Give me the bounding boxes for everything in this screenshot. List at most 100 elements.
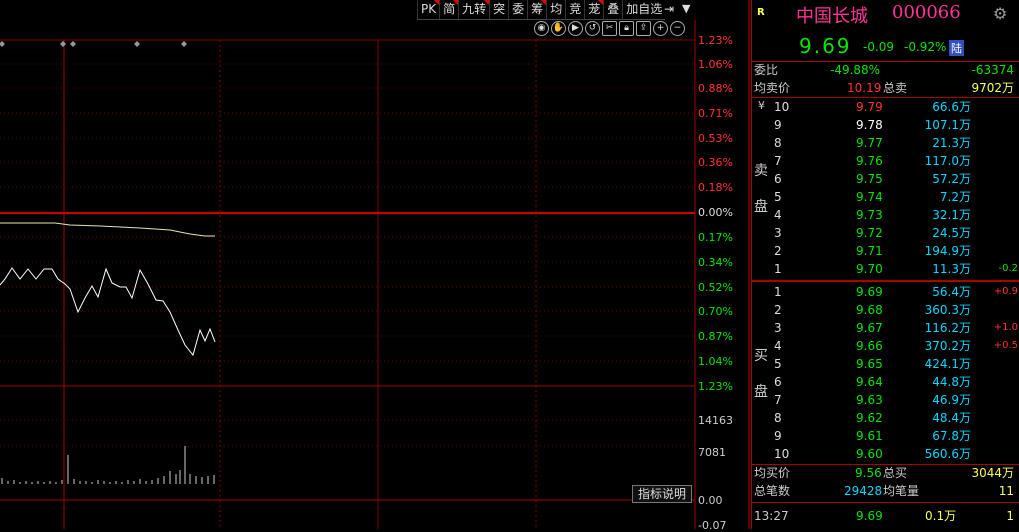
buy_orders-row[interactable]: 1 9.69 56.4万 +0.9	[752, 283, 1019, 301]
trades-label: 总笔数	[754, 484, 791, 498]
sell_orders-row[interactable]: 8 9.77 21.3万	[752, 134, 1019, 152]
order-level: 6	[774, 375, 782, 389]
buy_orders-row[interactable]: 10 9.60 560.6万	[752, 445, 1019, 463]
intraday-chart[interactable]	[0, 0, 750, 529]
sell_orders-row[interactable]: 5 9.74 7.2万	[752, 188, 1019, 206]
price-axis-label: 1.23%	[698, 34, 733, 47]
order-volume: 32.1万	[932, 208, 971, 222]
order-level: 10	[774, 447, 790, 461]
order-level: 2	[774, 244, 782, 258]
price-axis-label: 1.04%	[698, 355, 733, 368]
buy_orders-row[interactable]: 5 9.65 424.1万	[752, 355, 1019, 373]
buy_orders-row[interactable]: 9 9.61 67.8万	[752, 427, 1019, 445]
order-volume: 66.6万	[932, 100, 971, 114]
sell_orders-row[interactable]: 4 9.73 32.1万	[752, 206, 1019, 224]
order-price: 9.61	[856, 429, 883, 443]
order-level: 5	[774, 357, 782, 371]
order-price: 9.79	[856, 100, 883, 114]
trades-row: 总笔数 29428 均笔量 11	[752, 482, 1019, 500]
buy_orders-row[interactable]: 6 9.64 44.8万	[752, 373, 1019, 391]
price-axis-label: 0.88%	[698, 82, 733, 95]
order-level: 4	[774, 208, 782, 222]
sell_orders-row[interactable]: 9 9.78 107.1万	[752, 116, 1019, 134]
order-volume: 117.0万	[924, 154, 971, 168]
volume-axis-mid: 7081	[698, 446, 726, 459]
average-price-line	[0, 222, 215, 237]
total-sell-label: 总卖	[883, 81, 908, 95]
price-axis-label: 0.87%	[698, 330, 733, 343]
price-axis-label: 0.34%	[698, 256, 733, 269]
order-level: 1	[774, 262, 782, 276]
order-price: 9.69	[856, 285, 883, 299]
trades-value: 29428	[844, 484, 883, 498]
sell_orders-row[interactable]: 7 9.76 117.0万	[752, 152, 1019, 170]
stock-name: 中国长城	[796, 6, 868, 27]
buy_orders-row[interactable]: 8 9.62 48.4万	[752, 409, 1019, 427]
order-level: 8	[774, 136, 782, 150]
buy_orders-row[interactable]: 7 9.63 46.9万	[752, 391, 1019, 409]
quote-panel: R 中国长城 000066 ⚙ 9.69 -0.09 -0.92% 陆 委比 -…	[751, 0, 1019, 529]
order-volume: 360.3万	[924, 303, 971, 317]
price-axis-label: 0.53%	[698, 132, 733, 145]
order-level: 9	[774, 429, 782, 443]
sell_orders-row[interactable]: 2 9.71 194.9万	[752, 242, 1019, 260]
total-buy-label: 总买	[883, 466, 908, 480]
sell_orders-row[interactable]: 6 9.75 57.2万	[752, 170, 1019, 188]
sell_orders-row[interactable]: 1 9.70 11.3万 -0.2	[752, 260, 1019, 278]
sell_orders-row[interactable]: 10 9.79 66.6万	[752, 98, 1019, 116]
order-volume: 116.2万	[924, 321, 971, 335]
order-volume: 424.1万	[924, 357, 971, 371]
order-level: 7	[774, 154, 782, 168]
indicator-help-button[interactable]: 指标说明	[632, 485, 692, 503]
tick-volume: 0.1万	[925, 509, 957, 523]
order-price: 9.68	[856, 303, 883, 317]
gear-icon[interactable]: ⚙	[993, 4, 1007, 23]
price-axis-label: 1.06%	[698, 58, 733, 71]
volume-axis-zero: 0.00	[698, 494, 723, 507]
order-volume: 24.5万	[932, 226, 971, 240]
avg-vol-label: 均笔量	[883, 484, 920, 498]
avg-sell-row: 均卖价 10.19 总卖 9702万	[752, 79, 1019, 97]
order-price: 9.78	[856, 118, 883, 132]
order-price: 9.67	[856, 321, 883, 335]
buy_orders-row[interactable]: 2 9.68 360.3万	[752, 301, 1019, 319]
order-volume: 194.9万	[924, 244, 971, 258]
r-marker: R	[757, 7, 765, 18]
price-axis-label: 0.52%	[698, 281, 733, 294]
tick-price: 9.69	[856, 509, 883, 523]
avg-sell-label: 均卖价	[754, 81, 791, 95]
order-volume: 46.9万	[932, 393, 971, 407]
order-price: 9.71	[856, 244, 883, 258]
order-level: 5	[774, 190, 782, 204]
order-level: 2	[774, 303, 782, 317]
buy_orders-row[interactable]: 3 9.67 116.2万 +1.0	[752, 319, 1019, 337]
volume-axis-top: 14163	[698, 414, 733, 427]
order-change: +0.9	[993, 286, 1018, 297]
order-level: 8	[774, 411, 782, 425]
order-change: +1.0	[993, 322, 1018, 333]
order-volume: 560.6万	[924, 447, 971, 461]
avg-vol-value: 11	[998, 484, 1014, 498]
order-price: 9.66	[856, 339, 883, 353]
tick-time: 13:27	[754, 509, 789, 523]
order-level: 3	[774, 321, 782, 335]
order-price: 9.77	[856, 136, 883, 150]
order-price: 9.73	[856, 208, 883, 222]
order-volume: 370.2万	[924, 339, 971, 353]
buy_orders-row[interactable]: 4 9.66 370.2万 +0.5	[752, 337, 1019, 355]
price-axis-label: 1.23%	[698, 380, 733, 393]
order-price: 9.72	[856, 226, 883, 240]
tick-count: 1	[1006, 509, 1014, 523]
order-volume: 7.2万	[939, 190, 971, 204]
price-axis-label: 0.71%	[698, 107, 733, 120]
weibi-pct: -49.88%	[830, 63, 881, 77]
order-level: 3	[774, 226, 782, 240]
weibi-row: 委比 -49.88% -63374	[752, 61, 1019, 79]
avg-buy-value: 9.56	[855, 466, 882, 480]
order-level: 6	[774, 172, 782, 186]
total-buy-value: 3044万	[971, 466, 1014, 480]
sell_orders-row[interactable]: 3 9.72 24.5万	[752, 224, 1019, 242]
stock-code: 000066	[892, 2, 961, 23]
order-volume: 21.3万	[932, 136, 971, 150]
volume-axis-neg: -0.07	[698, 519, 727, 532]
